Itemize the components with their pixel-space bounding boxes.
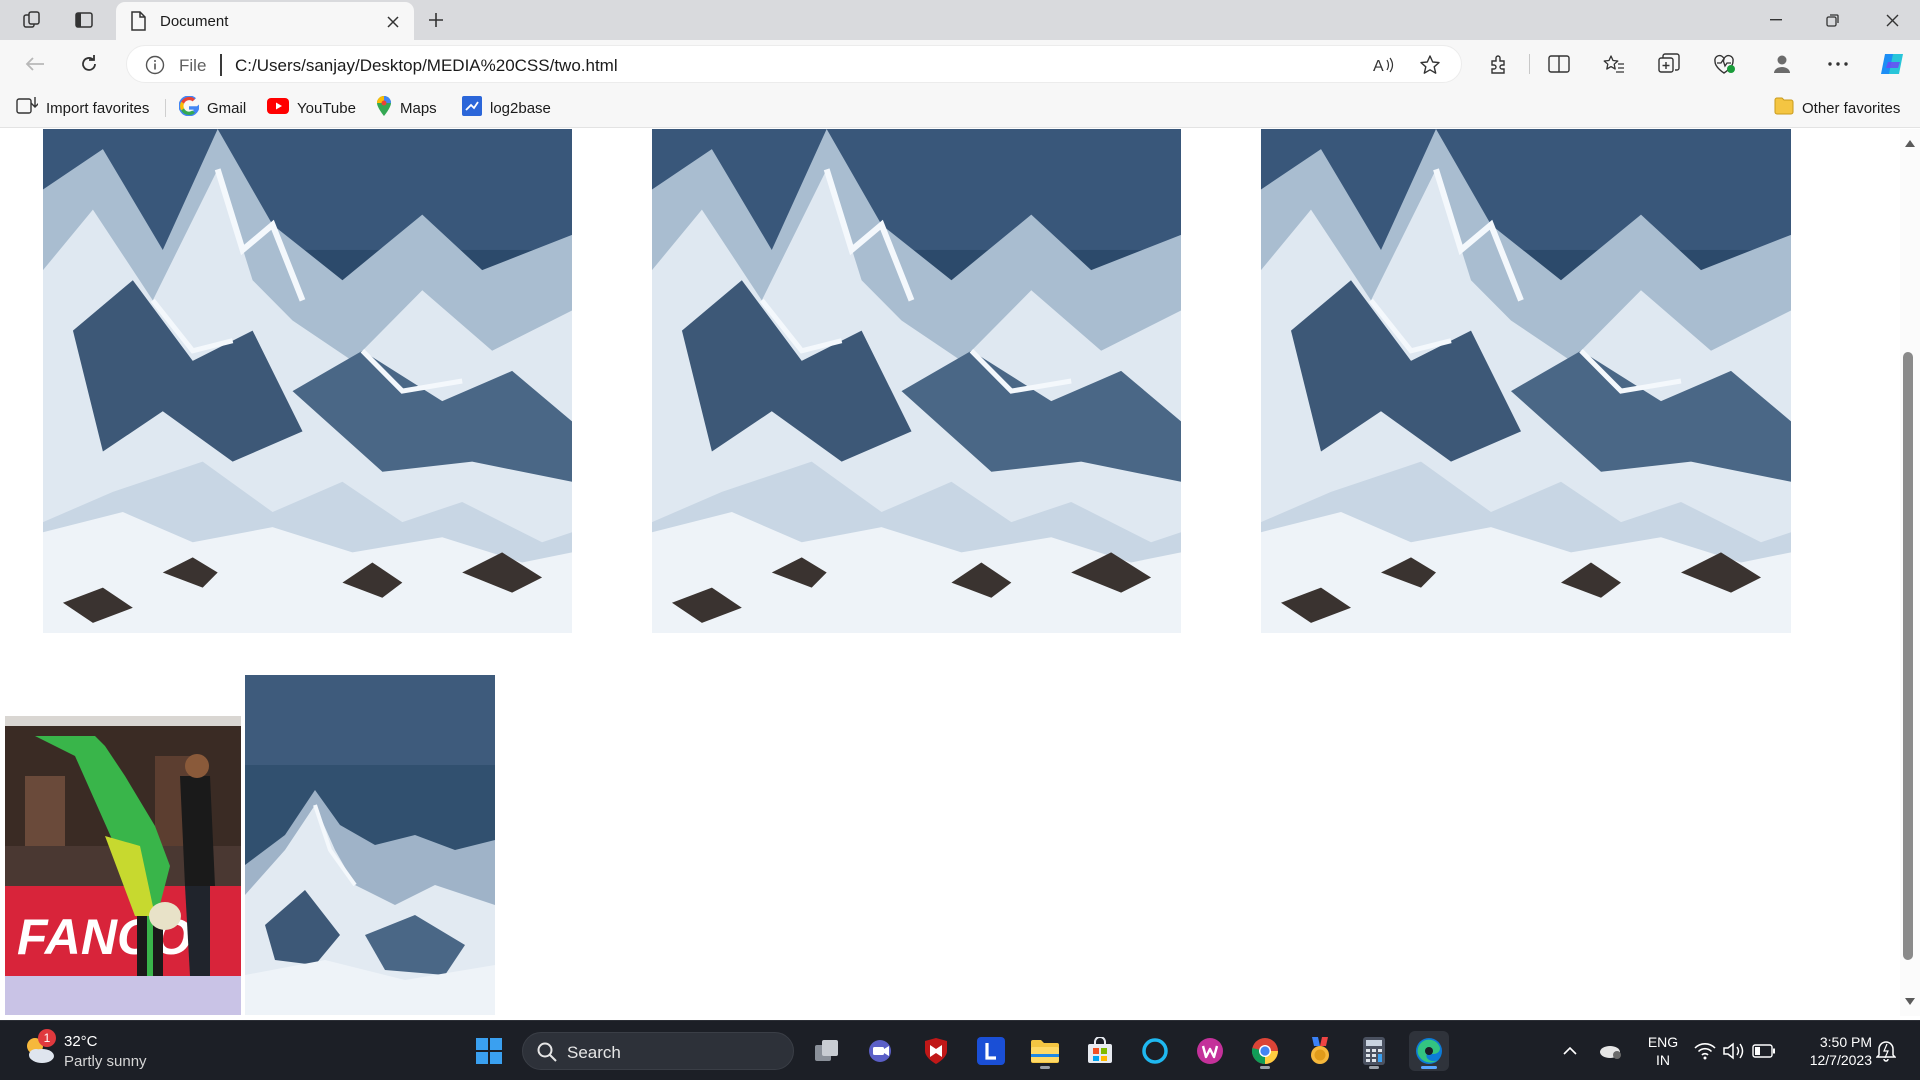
favorite-label: Import favorites xyxy=(46,99,150,117)
folder-icon xyxy=(1774,97,1794,119)
profile-icon[interactable] xyxy=(1765,48,1799,80)
browser-toolbar: File C:/Users/sanjay/Desktop/MEDIA%20CSS… xyxy=(0,40,1920,88)
copilot-icon[interactable] xyxy=(1876,48,1910,80)
weather-temp: 32°C xyxy=(64,1033,98,1050)
chrome-icon[interactable] xyxy=(1245,1031,1285,1071)
google-icon xyxy=(178,95,200,120)
favorites-icon[interactable] xyxy=(1597,48,1631,80)
scroll-down-icon[interactable] xyxy=(1903,994,1917,1008)
read-aloud-icon[interactable]: A xyxy=(1371,52,1397,78)
maps-pin-icon xyxy=(376,95,392,121)
close-tab-icon[interactable] xyxy=(382,11,404,33)
page-content: FANCO xyxy=(0,129,1900,1016)
scheme-label: File xyxy=(179,56,207,75)
tab-title: Document xyxy=(160,13,229,30)
back-icon[interactable] xyxy=(18,48,52,80)
language-indicator[interactable]: ENG IN xyxy=(1643,1033,1683,1069)
language-line1: ENG xyxy=(1647,1034,1679,1050)
address-divider xyxy=(220,54,222,76)
other-favorites[interactable]: Other favorites xyxy=(1774,96,1900,120)
file-explorer-icon[interactable] xyxy=(1025,1031,1065,1071)
favorite-maps[interactable]: Maps xyxy=(376,96,437,120)
taskbar-clock[interactable]: 3:50 PM 12/7/2023 xyxy=(1790,1033,1872,1069)
favorite-label: Maps xyxy=(400,99,437,117)
medal-app-icon[interactable] xyxy=(1300,1031,1340,1071)
taskbar-search[interactable]: Search xyxy=(522,1032,794,1070)
tab-document[interactable]: Document xyxy=(116,2,414,40)
kabaddi-image: FANCO xyxy=(5,716,241,1015)
favorite-label: log2base xyxy=(490,99,551,117)
url-text[interactable]: C:/Users/sanjay/Desktop/MEDIA%20CSS/two.… xyxy=(235,56,618,76)
onedrive-icon[interactable] xyxy=(1598,1039,1622,1063)
new-tab-button[interactable] xyxy=(420,5,452,35)
collections-icon[interactable] xyxy=(1652,48,1686,80)
minimize-icon[interactable] xyxy=(1748,0,1804,40)
log2base-icon xyxy=(462,96,482,120)
active-indicator xyxy=(1421,1066,1437,1069)
search-label: Search xyxy=(567,1043,621,1062)
favorites-divider xyxy=(165,99,166,117)
wps-office-icon[interactable] xyxy=(1190,1031,1230,1071)
show-hidden-icons[interactable] xyxy=(1558,1039,1582,1063)
favorite-import[interactable]: Import favorites xyxy=(16,96,149,120)
taskbar: 1 32°C Partly sunny Search ENG IN 3:50 P… xyxy=(0,1020,1920,1080)
volume-icon[interactable] xyxy=(1722,1039,1746,1063)
language-line2: IN xyxy=(1656,1052,1670,1068)
info-icon[interactable] xyxy=(145,55,165,80)
favorite-label: YouTube xyxy=(297,99,356,117)
clock-time: 3:50 PM xyxy=(1819,1034,1872,1050)
close-window-icon[interactable] xyxy=(1864,0,1920,40)
tab-strip: Document xyxy=(0,0,1920,40)
battery-icon[interactable] xyxy=(1752,1039,1776,1063)
svg-text:A: A xyxy=(1373,58,1384,74)
favorite-label: Gmail xyxy=(207,99,247,117)
favorite-log2base[interactable]: log2base xyxy=(462,96,551,120)
weather-badge: 1 xyxy=(38,1029,56,1047)
refresh-icon[interactable] xyxy=(72,48,106,80)
favorite-gmail[interactable]: Gmail xyxy=(178,95,247,120)
other-favorites-label: Other favorites xyxy=(1802,99,1901,117)
mountain-image-2 xyxy=(652,129,1181,633)
calculator-icon[interactable] xyxy=(1354,1031,1394,1071)
favorites-bar: Import favorites Gmail YouTube Maps log2… xyxy=(0,88,1920,128)
document-icon xyxy=(130,11,146,36)
cortana-icon[interactable] xyxy=(1135,1031,1175,1071)
youtube-icon xyxy=(267,98,289,118)
extensions-icon[interactable] xyxy=(1482,48,1516,80)
mountain-image-4 xyxy=(245,675,495,1015)
favorite-youtube[interactable]: YouTube xyxy=(267,96,356,120)
start-button[interactable] xyxy=(469,1031,509,1071)
more-options-icon[interactable] xyxy=(1821,48,1855,80)
favorite-star-icon[interactable] xyxy=(1417,52,1443,78)
running-indicator xyxy=(1040,1066,1050,1069)
weather-condition: Partly sunny xyxy=(64,1053,147,1070)
running-indicator xyxy=(1369,1066,1379,1069)
tab-actions-icon[interactable] xyxy=(68,6,100,34)
clock-date: 12/7/2023 xyxy=(1809,1052,1872,1068)
mountain-image-1 xyxy=(43,129,572,633)
l-app-icon[interactable] xyxy=(971,1031,1011,1071)
scrollbar-thumb[interactable] xyxy=(1903,352,1913,960)
split-screen-icon[interactable] xyxy=(1542,48,1576,80)
address-bar[interactable]: File C:/Users/sanjay/Desktop/MEDIA%20CSS… xyxy=(126,45,1462,83)
running-indicator xyxy=(1260,1066,1270,1069)
store-icon[interactable] xyxy=(1080,1031,1120,1071)
task-view-icon[interactable] xyxy=(807,1031,847,1071)
toolbar-divider xyxy=(1529,54,1530,74)
mcafee-icon[interactable] xyxy=(916,1031,956,1071)
wifi-icon[interactable] xyxy=(1693,1039,1717,1063)
mountain-image-3 xyxy=(1261,129,1791,633)
workspaces-icon[interactable] xyxy=(16,6,48,34)
scroll-up-icon[interactable] xyxy=(1903,136,1917,150)
search-icon xyxy=(537,1042,557,1067)
import-icon xyxy=(16,96,40,120)
browser-essentials-icon[interactable] xyxy=(1707,48,1741,80)
edge-icon[interactable] xyxy=(1409,1031,1449,1071)
meet-icon[interactable] xyxy=(861,1031,901,1071)
restore-icon[interactable] xyxy=(1804,0,1860,40)
notifications-icon[interactable] xyxy=(1874,1039,1898,1063)
weather-widget[interactable]: 1 32°C Partly sunny xyxy=(20,1029,180,1073)
